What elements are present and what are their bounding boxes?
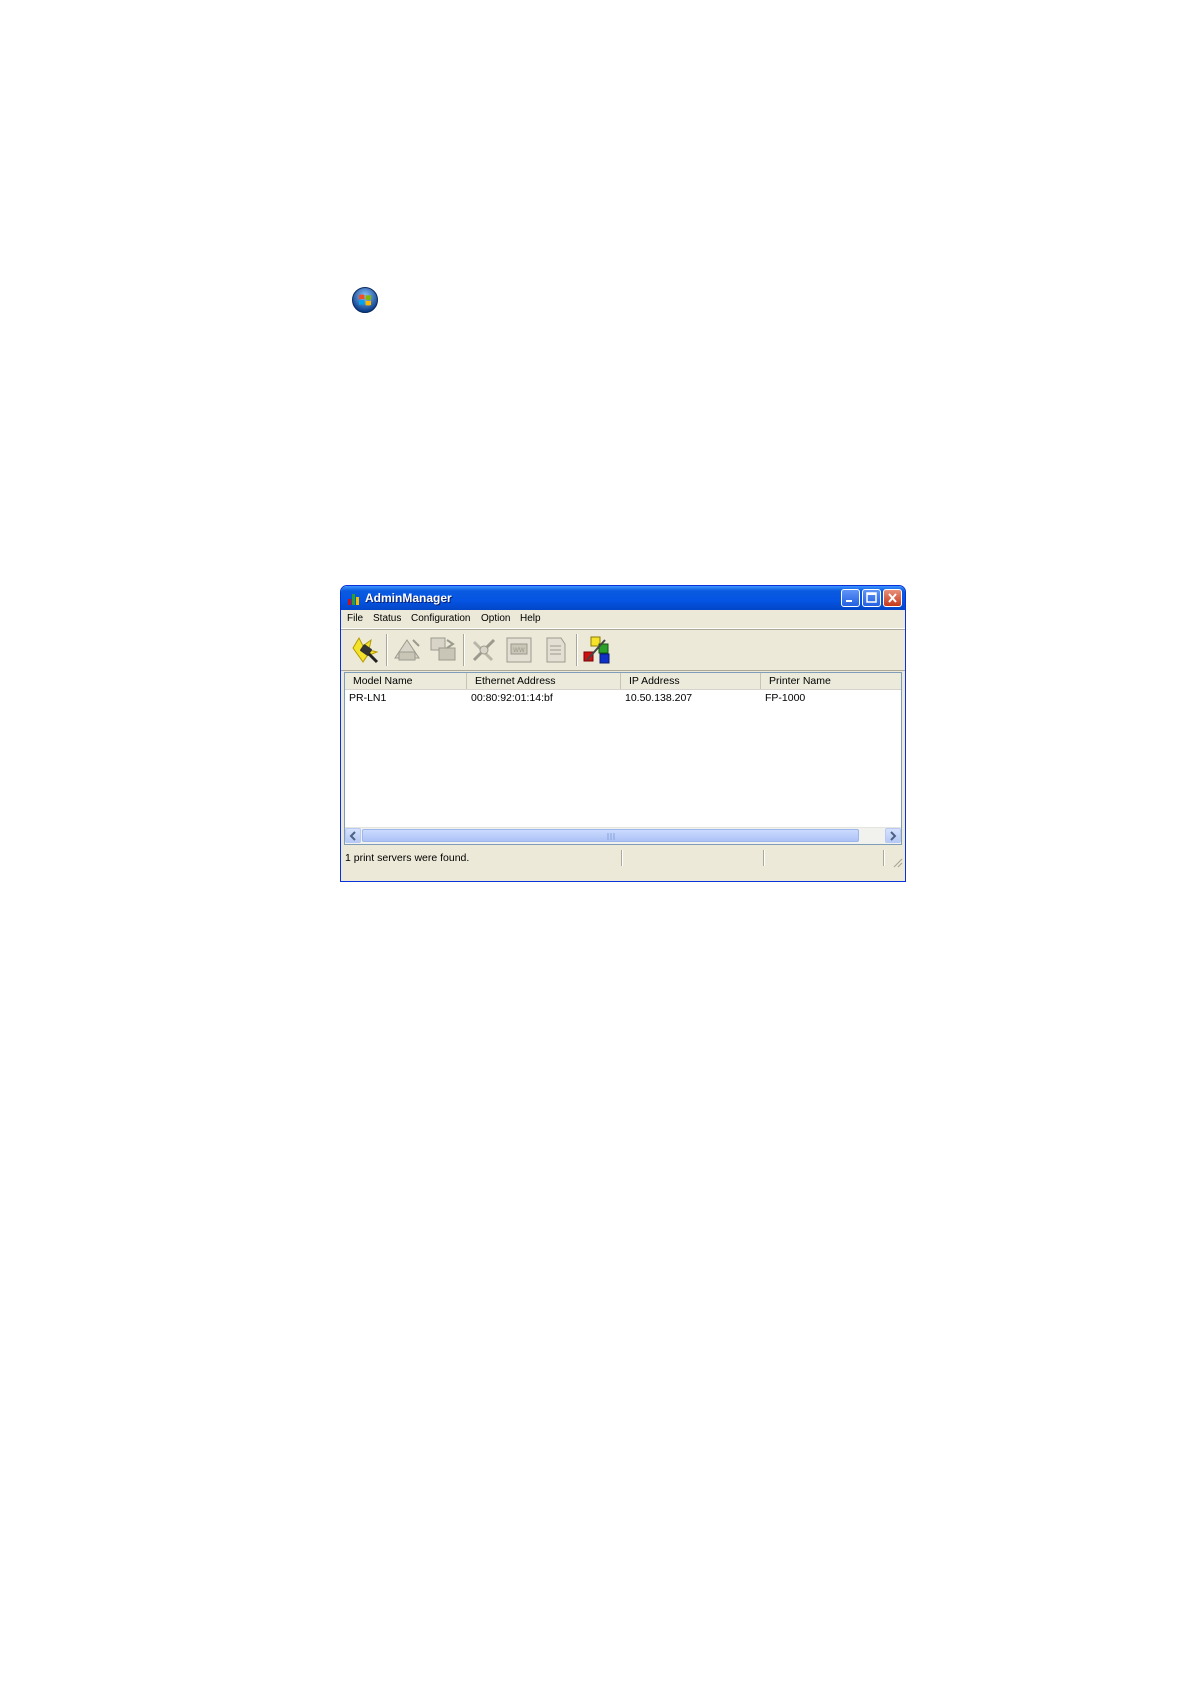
search-device-icon[interactable] <box>349 634 381 666</box>
window-title: AdminManager <box>365 591 452 605</box>
print-server-list[interactable]: Model Name Ethernet Address IP Address P… <box>344 672 902 845</box>
scroll-right-button[interactable] <box>885 828 901 843</box>
table-row[interactable]: PR-LN1 00:80:92:01:14:bf 10.50.138.207 F… <box>345 690 901 706</box>
scroll-left-button[interactable] <box>345 828 361 843</box>
close-button[interactable] <box>883 589 902 607</box>
maximize-icon <box>866 592 877 603</box>
title-bar[interactable]: AdminManager <box>341 586 905 610</box>
cell-ip-address: 10.50.138.207 <box>625 692 693 704</box>
horizontal-scrollbar[interactable] <box>345 827 901 844</box>
windows-start-orb-icon <box>352 287 378 313</box>
minimize-icon <box>846 600 852 602</box>
status-text: 1 print servers were found. <box>345 852 470 864</box>
cell-ethernet-address: 00:80:92:01:14:bf <box>471 692 553 704</box>
minimize-button[interactable] <box>841 589 860 607</box>
menu-status[interactable]: Status <box>373 613 401 624</box>
maximize-button[interactable] <box>862 589 881 607</box>
menu-option[interactable]: Option <box>481 613 510 624</box>
adminmanager-window[interactable]: AdminManager File Status Configuration O… <box>340 585 906 882</box>
cell-model-name: PR-LN1 <box>349 692 387 704</box>
menu-configuration[interactable]: Configuration <box>411 613 470 624</box>
column-ethernet-address[interactable]: Ethernet Address <box>467 673 621 689</box>
device-settings-icon[interactable] <box>427 634 459 666</box>
web-config-icon[interactable]: WW <box>503 634 535 666</box>
column-model-name[interactable]: Model Name <box>345 673 467 689</box>
scroll-thumb[interactable] <box>362 829 859 842</box>
svg-text:WW: WW <box>513 647 525 654</box>
list-header: Model Name Ethernet Address IP Address P… <box>345 673 901 690</box>
color-settings-icon[interactable] <box>581 634 613 666</box>
chevron-left-icon <box>349 831 356 841</box>
cell-printer-name: FP-1000 <box>765 692 806 704</box>
menu-bar: File Status Configuration Option Help <box>341 610 905 629</box>
status-bar: 1 print servers were found. <box>341 848 905 870</box>
close-icon <box>888 593 897 603</box>
report-icon[interactable] <box>539 634 571 666</box>
tools-icon[interactable] <box>468 634 500 666</box>
grip-icon <box>607 833 614 840</box>
chevron-right-icon <box>890 831 897 841</box>
menu-file[interactable]: File <box>347 613 363 624</box>
resize-grip-icon[interactable] <box>891 856 903 868</box>
menu-help[interactable]: Help <box>520 613 541 624</box>
column-printer-name[interactable]: Printer Name <box>761 673 901 689</box>
network-config-icon[interactable] <box>391 634 423 666</box>
toolbar: WW <box>341 629 905 671</box>
app-icon <box>348 594 359 605</box>
column-ip-address[interactable]: IP Address <box>621 673 761 689</box>
